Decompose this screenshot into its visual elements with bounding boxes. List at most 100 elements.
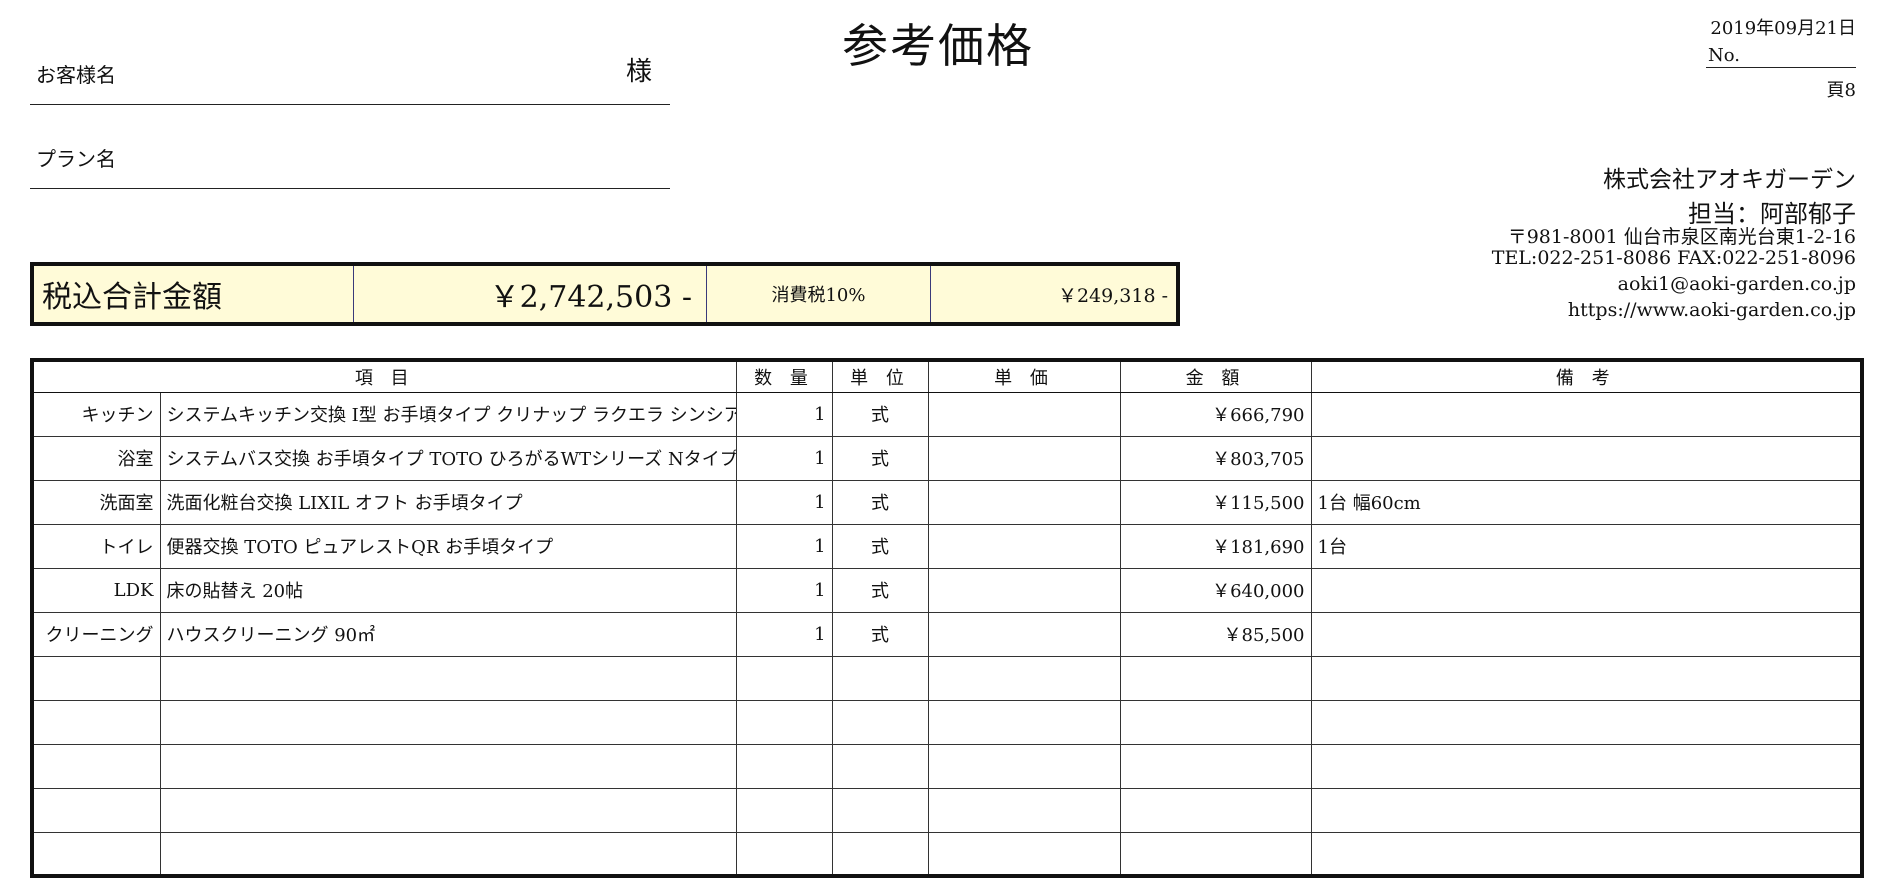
header-unit-price: 単 価	[927, 359, 1121, 393]
row-item-description[interactable]: システムバス交換 お手頃タイプ TOTO ひろがるWTシリーズ Nタイプ	[159, 435, 737, 481]
row-category[interactable]: キッチン	[31, 391, 161, 437]
row-category[interactable]: LDK	[31, 567, 161, 613]
row-unit-price[interactable]	[927, 391, 1121, 437]
row-item-description[interactable]	[159, 743, 737, 789]
row-unit-price[interactable]	[927, 611, 1121, 657]
table-row: トイレ 便器交換 TOTO ピュアレストQR お手頃タイプ 1 式 ￥181,690 1台	[31, 523, 1863, 569]
row-note[interactable]: 1台 幅60cm	[1310, 479, 1863, 525]
row-item-description[interactable]: 便器交換 TOTO ピュアレストQR お手頃タイプ	[159, 523, 737, 569]
row-item-description[interactable]: システムキッチン交換 I型 お手頃タイプ クリナップ ラクエラ シンシアシリーズ	[159, 391, 737, 437]
row-category[interactable]: 浴室	[31, 435, 161, 481]
row-amount[interactable]: ￥115,500	[1119, 479, 1312, 525]
plan-name-label: プラン名	[36, 147, 116, 171]
row-category[interactable]: クリーニング	[31, 611, 161, 657]
table-row: LDK 床の貼替え 20帖 1 式 ￥640,000	[31, 567, 1863, 613]
row-amount[interactable]: ￥85,500	[1119, 611, 1312, 657]
row-quantity[interactable]	[735, 699, 833, 745]
total-amount: ￥2,742,503 -	[354, 266, 707, 322]
row-note[interactable]	[1310, 567, 1863, 613]
row-unit-price[interactable]	[927, 831, 1121, 877]
row-unit[interactable]: 式	[831, 391, 929, 437]
issue-date: 2019年09月21日	[1710, 18, 1856, 39]
row-category[interactable]	[31, 787, 161, 833]
row-note[interactable]	[1310, 655, 1863, 701]
row-amount[interactable]	[1119, 743, 1312, 789]
company-address: 〒981-8001 仙台市泉区南光台東1-2-16	[1507, 226, 1856, 248]
row-unit-price[interactable]	[927, 743, 1121, 789]
row-amount[interactable]	[1119, 831, 1312, 877]
row-amount[interactable]	[1119, 787, 1312, 833]
row-unit-price[interactable]	[927, 699, 1121, 745]
row-amount[interactable]: ￥803,705	[1119, 435, 1312, 481]
row-amount[interactable]: ￥666,790	[1119, 391, 1312, 437]
customer-name-field[interactable]: お客様名 様	[30, 57, 670, 105]
row-quantity[interactable]: 1	[735, 567, 833, 613]
row-item-description[interactable]: 床の貼替え 20帖	[159, 567, 737, 613]
row-unit-price[interactable]	[927, 787, 1121, 833]
row-item-description[interactable]	[159, 699, 737, 745]
row-unit[interactable]	[831, 743, 929, 789]
row-quantity[interactable]: 1	[735, 523, 833, 569]
row-quantity[interactable]	[735, 743, 833, 789]
tax-amount: ￥249,318 -	[1057, 284, 1168, 307]
row-unit-price[interactable]	[927, 523, 1121, 569]
row-category[interactable]	[31, 655, 161, 701]
row-note[interactable]	[1310, 391, 1863, 437]
row-note[interactable]	[1310, 611, 1863, 657]
row-unit[interactable]	[831, 699, 929, 745]
row-item-description[interactable]: 洗面化粧台交換 LIXIL オフト お手頃タイプ	[159, 479, 737, 525]
row-category[interactable]: 洗面室	[31, 479, 161, 525]
row-unit-price[interactable]	[927, 567, 1121, 613]
row-amount[interactable]: ￥640,000	[1119, 567, 1312, 613]
company-phone-fax: TEL:022-251-8086 FAX:022-251-8096	[1491, 247, 1856, 269]
row-unit[interactable]: 式	[831, 479, 929, 525]
row-quantity[interactable]: 1	[735, 391, 833, 437]
row-item-description[interactable]	[159, 655, 737, 701]
header-amount: 金 額	[1119, 359, 1312, 393]
row-unit[interactable]: 式	[831, 523, 929, 569]
row-item-description[interactable]	[159, 831, 737, 877]
row-note[interactable]: 1台	[1310, 523, 1863, 569]
table-row	[31, 831, 1863, 877]
total-summary-box: 税込合計金額 ￥2,742,503 - 消費税10% ￥249,318 -	[30, 262, 1180, 326]
table-row: クリーニング ハウスクリーニング 90㎡ 1 式 ￥85,500	[31, 611, 1863, 657]
row-amount[interactable]	[1119, 655, 1312, 701]
total-label: 税込合計金額	[34, 266, 354, 322]
row-note[interactable]	[1310, 699, 1863, 745]
row-quantity[interactable]: 1	[735, 435, 833, 481]
row-note[interactable]	[1310, 787, 1863, 833]
row-unit-price[interactable]	[927, 655, 1121, 701]
table-row: キッチン システムキッチン交換 I型 お手頃タイプ クリナップ ラクエラ シンシア…	[31, 391, 1863, 437]
row-unit-price[interactable]	[927, 435, 1121, 481]
row-unit[interactable]: 式	[831, 435, 929, 481]
row-unit-price[interactable]	[927, 479, 1121, 525]
row-category[interactable]: トイレ	[31, 523, 161, 569]
row-unit[interactable]	[831, 787, 929, 833]
row-item-description[interactable]: ハウスクリーニング 90㎡	[159, 611, 737, 657]
plan-name-field[interactable]: プラン名	[30, 147, 670, 189]
row-quantity[interactable]	[735, 655, 833, 701]
document-number-field[interactable]: No.	[1706, 45, 1856, 68]
table-row: 洗面室 洗面化粧台交換 LIXIL オフト お手頃タイプ 1 式 ￥115,500 1台 …	[31, 479, 1863, 525]
row-quantity[interactable]: 1	[735, 611, 833, 657]
row-category[interactable]	[31, 699, 161, 745]
table-header-row: 項 目 数 量 単 位 単 価 金 額 備 考	[31, 359, 1863, 393]
row-quantity[interactable]	[735, 787, 833, 833]
row-category[interactable]	[31, 743, 161, 789]
line-items-table: 項 目 数 量 単 位 単 価 金 額 備 考 キッチン システムキッチン交換 I…	[30, 358, 1864, 878]
table-row	[31, 787, 1863, 833]
row-unit[interactable]: 式	[831, 567, 929, 613]
row-note[interactable]	[1310, 743, 1863, 789]
row-unit[interactable]	[831, 831, 929, 877]
row-amount[interactable]	[1119, 699, 1312, 745]
row-quantity[interactable]	[735, 831, 833, 877]
row-quantity[interactable]: 1	[735, 479, 833, 525]
row-amount[interactable]: ￥181,690	[1119, 523, 1312, 569]
row-note[interactable]	[1310, 831, 1863, 877]
row-category[interactable]	[31, 831, 161, 877]
row-note[interactable]	[1310, 435, 1863, 481]
row-unit[interactable]	[831, 655, 929, 701]
row-unit[interactable]: 式	[831, 611, 929, 657]
header-quantity: 数 量	[735, 359, 833, 393]
row-item-description[interactable]	[159, 787, 737, 833]
